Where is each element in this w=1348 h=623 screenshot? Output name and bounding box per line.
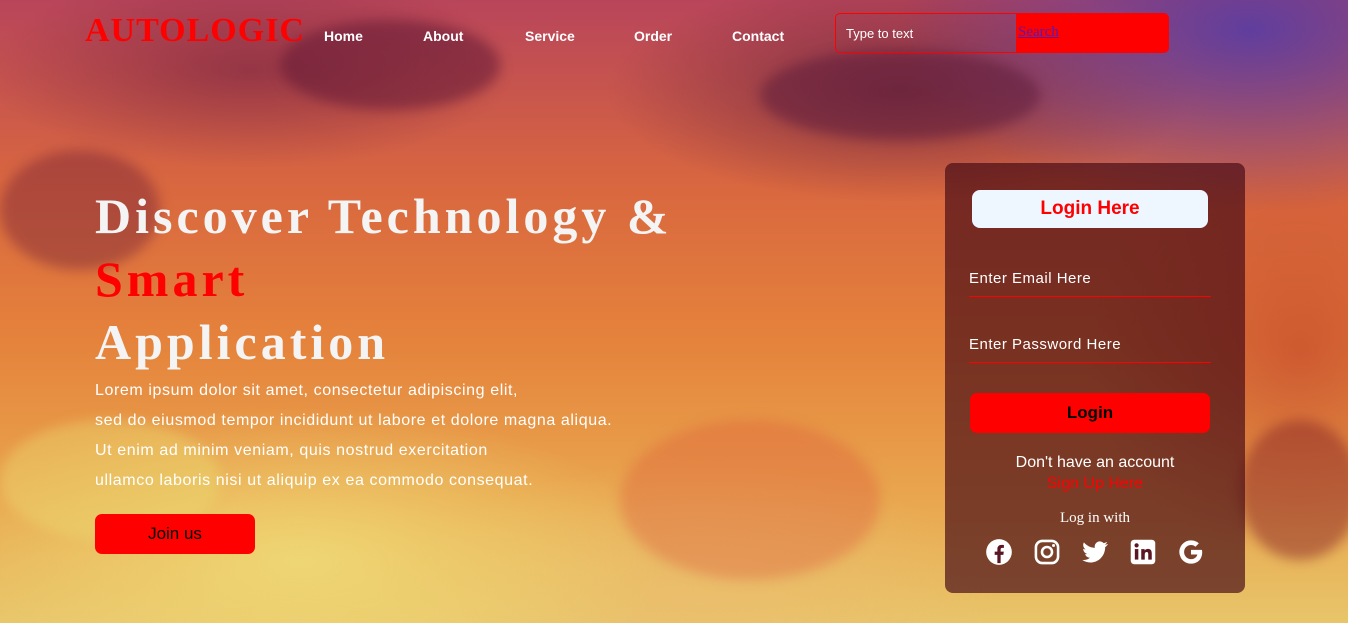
login-heading: Login Here xyxy=(972,190,1208,228)
nav-home[interactable]: Home xyxy=(324,28,363,44)
login-button[interactable]: Login xyxy=(970,393,1210,433)
description-line: Lorem ipsum dolor sit amet, consectetur … xyxy=(95,382,519,399)
nav-about[interactable]: About xyxy=(423,28,463,44)
login-with-label: Log in with xyxy=(1060,510,1130,526)
no-account-text: Don't have an account xyxy=(1015,454,1175,471)
description-line: Ut enim ad minim veniam, quis nostrud ex… xyxy=(95,442,488,459)
hero-title-line1: Discover Technology & xyxy=(95,188,673,244)
linkedin-icon[interactable] xyxy=(1129,538,1157,566)
login-panel: Login Here Login Don't have an account S… xyxy=(945,163,1245,593)
search-input[interactable] xyxy=(836,14,1016,52)
google-icon[interactable] xyxy=(1177,538,1205,566)
nav-service[interactable]: Service xyxy=(525,28,575,44)
background-cloud xyxy=(760,50,1040,140)
background-cloud xyxy=(1240,420,1348,560)
email-field[interactable] xyxy=(969,261,1211,297)
facebook-icon[interactable] xyxy=(985,538,1013,566)
hero-section: Discover Technology & Smart Application … xyxy=(95,185,673,496)
nav-contact[interactable]: Contact xyxy=(732,28,784,44)
hero-title-accent: Smart xyxy=(95,251,249,307)
hero-title-line3: Application xyxy=(95,314,390,370)
signup-link[interactable]: Sign Up Here xyxy=(945,475,1245,493)
instagram-icon[interactable] xyxy=(1033,538,1061,566)
join-us-button[interactable]: Join us xyxy=(95,514,255,554)
hero-title: Discover Technology & Smart Application xyxy=(95,185,673,374)
search-box: Search xyxy=(835,13,1169,53)
background-cloud xyxy=(280,20,500,110)
description-line: ullamco laboris nisi ut aliquip ex ea co… xyxy=(95,472,534,489)
description-line: sed do eiusmod tempor incididunt ut labo… xyxy=(95,412,613,429)
twitter-icon[interactable] xyxy=(1081,538,1109,566)
password-field[interactable] xyxy=(969,327,1211,363)
hero-description: Lorem ipsum dolor sit amet, consectetur … xyxy=(95,376,673,496)
nav-order[interactable]: Order xyxy=(634,28,672,44)
search-button[interactable]: Search xyxy=(1016,14,1168,52)
site-logo[interactable]: AUTOLOGIC xyxy=(85,12,305,50)
